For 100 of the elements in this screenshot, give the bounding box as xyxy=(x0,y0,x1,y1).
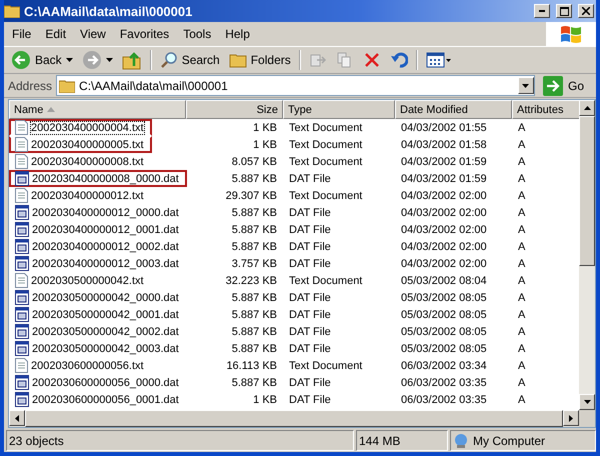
object-count: 23 objects xyxy=(9,434,64,448)
column-header[interactable]: Attributes xyxy=(512,100,579,119)
menu-item[interactable]: File xyxy=(4,27,38,41)
delete-icon xyxy=(362,51,381,69)
file-name[interactable]: 2002030400000012.txt xyxy=(31,190,144,202)
scroll-up-button[interactable] xyxy=(579,100,595,116)
file-attributes: A xyxy=(517,240,526,252)
scroll-down-button[interactable] xyxy=(579,394,595,410)
file-name[interactable]: 2002030600000056_0000.dat xyxy=(32,376,179,388)
date-modified: 04/03/2002 02:00 xyxy=(400,190,488,202)
date-modified: 05/03/2002 08:05 xyxy=(400,326,488,338)
scroll-left-button[interactable] xyxy=(9,410,25,426)
file-name[interactable]: 2002030400000008.txt xyxy=(31,156,144,168)
file-attributes: A xyxy=(517,122,526,134)
file-attributes: A xyxy=(517,138,526,150)
views-icon xyxy=(426,51,452,69)
minimize-button[interactable] xyxy=(534,4,550,18)
file-attributes: A xyxy=(517,206,526,218)
file-name[interactable]: 2002030500000042_0000.dat xyxy=(32,292,179,304)
scroll-thumb[interactable] xyxy=(579,116,595,266)
date-modified: 04/03/2002 02:00 xyxy=(400,258,488,270)
data-file-icon xyxy=(15,239,29,254)
go-button[interactable]: Go xyxy=(538,76,592,96)
file-size: 29.307 KB xyxy=(224,190,278,202)
text-file-icon xyxy=(15,154,28,169)
date-modified: 05/03/2002 08:05 xyxy=(400,308,488,320)
file-name[interactable]: 2002030500000042_0003.dat xyxy=(32,342,179,354)
file-attributes: A xyxy=(517,274,526,286)
menu-item[interactable]: Help xyxy=(218,27,257,41)
minimize-icon xyxy=(539,10,545,12)
dropdown-button[interactable] xyxy=(518,77,534,94)
file-type: DAT File xyxy=(288,342,332,354)
file-name[interactable]: 2002030400000008_0000.dat xyxy=(32,172,179,184)
menu-item[interactable]: Tools xyxy=(176,27,218,41)
file-name[interactable]: 2002030600000056.txt xyxy=(31,360,144,372)
text-file-icon xyxy=(15,188,28,203)
menu-item[interactable]: Edit xyxy=(38,27,74,41)
date-modified: 04/03/2002 01:55 xyxy=(400,122,488,134)
folder-icon xyxy=(4,4,20,18)
file-name[interactable]: 2002030400000012_0003.dat xyxy=(32,258,179,270)
file-attributes: A xyxy=(517,394,526,406)
back-button[interactable]: Back xyxy=(8,48,76,72)
file-name[interactable]: 2002030400000012_0001.dat xyxy=(32,224,179,236)
right-arrow-icon xyxy=(569,414,573,422)
folders-button[interactable]: Folders xyxy=(226,48,294,72)
file-name[interactable]: 2002030400000005.txt xyxy=(31,138,144,150)
file-size: 3.757 KB xyxy=(230,258,278,270)
search-button[interactable]: Search xyxy=(156,48,223,72)
file-type: DAT File xyxy=(288,206,332,218)
file-attributes: A xyxy=(517,224,526,236)
file-size: 8.057 KB xyxy=(230,156,278,168)
file-size: 5.887 KB xyxy=(230,206,278,218)
data-file-icon xyxy=(15,222,29,237)
column-header[interactable]: Date Modified xyxy=(395,100,512,119)
scroll-right-button[interactable] xyxy=(563,410,579,426)
column-header[interactable]: Name xyxy=(9,100,186,119)
vertical-scrollbar[interactable] xyxy=(579,100,595,410)
column-header[interactable]: Type xyxy=(283,100,395,119)
text-file-icon xyxy=(15,137,28,152)
file-type: DAT File xyxy=(288,224,332,236)
up-arrow-icon xyxy=(584,106,590,110)
file-size: 5.887 KB xyxy=(230,292,278,304)
file-attributes: A xyxy=(517,326,526,338)
file-type: Text Document xyxy=(288,138,364,150)
file-type: Text Document xyxy=(288,274,364,286)
menu-item[interactable]: Favorites xyxy=(112,27,176,41)
search-icon xyxy=(160,51,178,69)
sort-arrow-icon xyxy=(47,107,56,112)
file-name[interactable]: 2002030400000012_0002.dat xyxy=(32,240,179,252)
file-attributes: A xyxy=(517,190,526,202)
file-type: Text Document xyxy=(288,156,364,168)
address-label: Address xyxy=(8,78,52,92)
file-size: 5.887 KB xyxy=(230,326,278,338)
file-size: 5.887 KB xyxy=(230,172,278,184)
close-button[interactable] xyxy=(578,4,594,18)
file-type: DAT File xyxy=(288,292,332,304)
file-name[interactable]: 2002030600000056_0001.dat xyxy=(32,394,179,406)
undo-icon xyxy=(390,51,408,69)
caret-icon xyxy=(522,84,530,88)
address-field[interactable]: C:\AAMail\data\mail\000001 xyxy=(56,75,535,96)
data-file-icon xyxy=(15,324,29,339)
file-name[interactable]: 2002030400000004.txt xyxy=(31,122,144,134)
file-size: 32.223 KB xyxy=(224,274,278,286)
data-file-icon xyxy=(15,375,29,390)
file-type: DAT File xyxy=(288,258,332,270)
file-type: DAT File xyxy=(288,376,332,388)
file-size: 5.887 KB xyxy=(230,308,278,320)
file-type: DAT File xyxy=(288,326,332,338)
file-attributes: A xyxy=(517,258,526,270)
maximize-button[interactable] xyxy=(556,4,572,18)
file-name[interactable]: 2002030500000042_0001.dat xyxy=(32,308,179,320)
menu-item[interactable]: View xyxy=(73,27,113,41)
date-modified: 05/03/2002 08:05 xyxy=(400,292,488,304)
file-name[interactable]: 2002030400000012_0000.dat xyxy=(32,206,179,218)
column-header[interactable]: Size xyxy=(186,100,283,119)
left-arrow-icon xyxy=(15,414,19,422)
close-icon xyxy=(582,7,590,15)
file-name[interactable]: 2002030500000042_0002.dat xyxy=(32,326,179,338)
file-name[interactable]: 2002030500000042.txt xyxy=(31,274,144,286)
data-file-icon xyxy=(15,341,29,356)
